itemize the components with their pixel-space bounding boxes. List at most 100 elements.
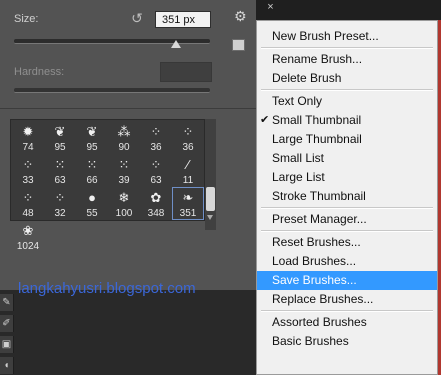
- reset-size-icon[interactable]: ↺: [129, 10, 145, 26]
- brush-size-label: 48: [22, 208, 34, 219]
- menu-item-label: Assorted Brushes: [272, 315, 367, 329]
- brush-preset[interactable]: ⁘ 63: [140, 154, 172, 187]
- size-slider-thumb[interactable]: [171, 40, 181, 48]
- menu-item[interactable]: Small List: [257, 149, 437, 168]
- new-preset-icon[interactable]: [232, 39, 245, 51]
- brush-preset[interactable]: ❦ 95: [76, 121, 108, 154]
- medallion-icon: ✿: [150, 190, 162, 205]
- grass-icon: ⁘: [22, 157, 34, 172]
- brush-preset[interactable]: ❦ 95: [44, 121, 76, 154]
- leaf-icon: ❦: [54, 124, 66, 139]
- grass-icon: ⁘: [54, 190, 66, 205]
- brush-preset[interactable]: ❀ 1024: [12, 220, 44, 253]
- brush-size-label: 100: [115, 208, 133, 219]
- menu-separator: [261, 207, 433, 209]
- menu-item-label: Reset Brushes...: [272, 235, 361, 249]
- brush-size-label: 36: [150, 142, 162, 153]
- grid-scrollbar[interactable]: [205, 119, 216, 230]
- menu-item[interactable]: Preset Manager...: [257, 210, 437, 229]
- brush-size-label: 32: [54, 208, 66, 219]
- size-input[interactable]: 351 px: [155, 11, 211, 28]
- speckle-icon: ⁙: [54, 157, 66, 172]
- brush-preset[interactable]: ⁂ 90: [108, 121, 140, 154]
- brush-panel: Size: ↺ 351 px ⚙ Hardness: ✹ 74 ❦ 95 ❦ 95 ⁂ 90 ⁘…: [0, 0, 256, 290]
- gear-icon[interactable]: ⚙: [234, 8, 250, 24]
- menu-item-label: Basic Brushes: [272, 334, 349, 348]
- menu-item[interactable]: Stroke Thumbnail: [257, 187, 437, 206]
- menu-item[interactable]: ✔ Small Thumbnail: [257, 111, 437, 130]
- brush-size-label: 55: [86, 208, 98, 219]
- leaf-icon: ❦: [86, 124, 98, 139]
- brush-preset[interactable]: ❧ 351: [172, 187, 204, 220]
- menu-item[interactable]: Assorted Brushes: [257, 313, 437, 332]
- grass-icon: ⁘: [182, 124, 194, 139]
- brush-size-label: 90: [118, 142, 130, 153]
- splatter-icon: ⁂: [117, 124, 131, 139]
- menu-item[interactable]: Large List: [257, 168, 437, 187]
- menu-item-label: Text Only: [272, 94, 323, 108]
- brush-preset[interactable]: ⁘ 36: [172, 121, 204, 154]
- menu-item-label: Save Brushes...: [272, 273, 357, 287]
- snowflake-icon: ❄: [118, 190, 130, 205]
- brush-preset[interactable]: ❄ 100: [108, 187, 140, 220]
- brush-preset[interactable]: ⁙ 66: [76, 154, 108, 187]
- brush-preset[interactable]: ⁙ 39: [108, 154, 140, 187]
- hardness-slider[interactable]: [14, 88, 210, 93]
- menu-item[interactable]: Basic Brushes: [257, 332, 437, 351]
- size-label: Size:: [14, 13, 39, 25]
- tools-area: ✎ ✐ ▣ ◖: [0, 290, 256, 375]
- menu-item[interactable]: Save Brushes...: [257, 271, 437, 290]
- hardness-input[interactable]: [160, 62, 212, 82]
- brush-size-label: 351: [179, 208, 197, 219]
- drop-tool-icon[interactable]: ◖: [0, 357, 14, 374]
- scroll-thumb[interactable]: [206, 187, 215, 211]
- menu-item-label: Rename Brush...: [272, 52, 363, 66]
- menu-item-label: New Brush Preset...: [272, 29, 379, 43]
- custom-brush-icon: ❀: [22, 223, 34, 238]
- menu-item-label: Load Brushes...: [272, 254, 357, 268]
- menu-item[interactable]: New Brush Preset...: [257, 27, 437, 46]
- brush-size-label: 74: [22, 142, 34, 153]
- close-icon[interactable]: ×: [264, 1, 277, 14]
- hardness-label: Hardness:: [14, 66, 65, 78]
- menu-item[interactable]: Replace Brushes...: [257, 290, 437, 309]
- brush-size-label: 66: [86, 175, 98, 186]
- brush-preset[interactable]: ✿ 348: [140, 187, 172, 220]
- brush-size-label: 39: [118, 175, 130, 186]
- menu-item[interactable]: Reset Brushes...: [257, 233, 437, 252]
- brush-preset[interactable]: ⁘ 32: [44, 187, 76, 220]
- menu-item[interactable]: Text Only: [257, 92, 437, 111]
- menu-item[interactable]: Rename Brush...: [257, 50, 437, 69]
- brush-size-label: 348: [147, 208, 165, 219]
- brush-preset[interactable]: ⁘ 36: [140, 121, 172, 154]
- brush-preset[interactable]: ⁙ 63: [44, 154, 76, 187]
- scroll-down-arrow[interactable]: [207, 215, 213, 220]
- menu-separator: [261, 89, 433, 91]
- menu-item-label: Replace Brushes...: [272, 292, 374, 306]
- menu-item-label: Small Thumbnail: [272, 113, 362, 127]
- brush-size-label: 63: [54, 175, 66, 186]
- menu-item[interactable]: Delete Brush: [257, 69, 437, 88]
- brush-size-label: 11: [182, 175, 194, 186]
- brush-preset[interactable]: ⁘ 48: [12, 187, 44, 220]
- pencil-tool-icon[interactable]: ✐: [0, 315, 14, 332]
- brush-preset[interactable]: ● 55: [76, 187, 108, 220]
- menu-item-label: Large Thumbnail: [272, 132, 362, 146]
- menu-item[interactable]: Large Thumbnail: [257, 130, 437, 149]
- brush-preset[interactable]: ✹ 74: [12, 121, 44, 154]
- brush-preset[interactable]: ∕ 11: [172, 154, 204, 187]
- brush-panel-menu: New Brush Preset... Rename Brush... Delete…: [256, 20, 438, 375]
- watermark-text: langkahyusri.blogspot.com: [18, 280, 196, 297]
- brush-size-label: 1024: [16, 241, 40, 252]
- menu-separator: [261, 230, 433, 232]
- brush-tool-icon[interactable]: ✎: [0, 294, 14, 311]
- star-leaf-icon: ✹: [22, 124, 34, 139]
- panel-header-strip: [256, 0, 441, 20]
- grass-icon: ⁘: [150, 124, 162, 139]
- menu-item[interactable]: Load Brushes...: [257, 252, 437, 271]
- bucket-tool-icon[interactable]: ▣: [0, 336, 14, 353]
- speckle-icon: ⁙: [118, 157, 130, 172]
- brush-size-label: 33: [22, 175, 34, 186]
- brush-preset[interactable]: ⁘ 33: [12, 154, 44, 187]
- stroke-icon: ∕: [186, 157, 190, 172]
